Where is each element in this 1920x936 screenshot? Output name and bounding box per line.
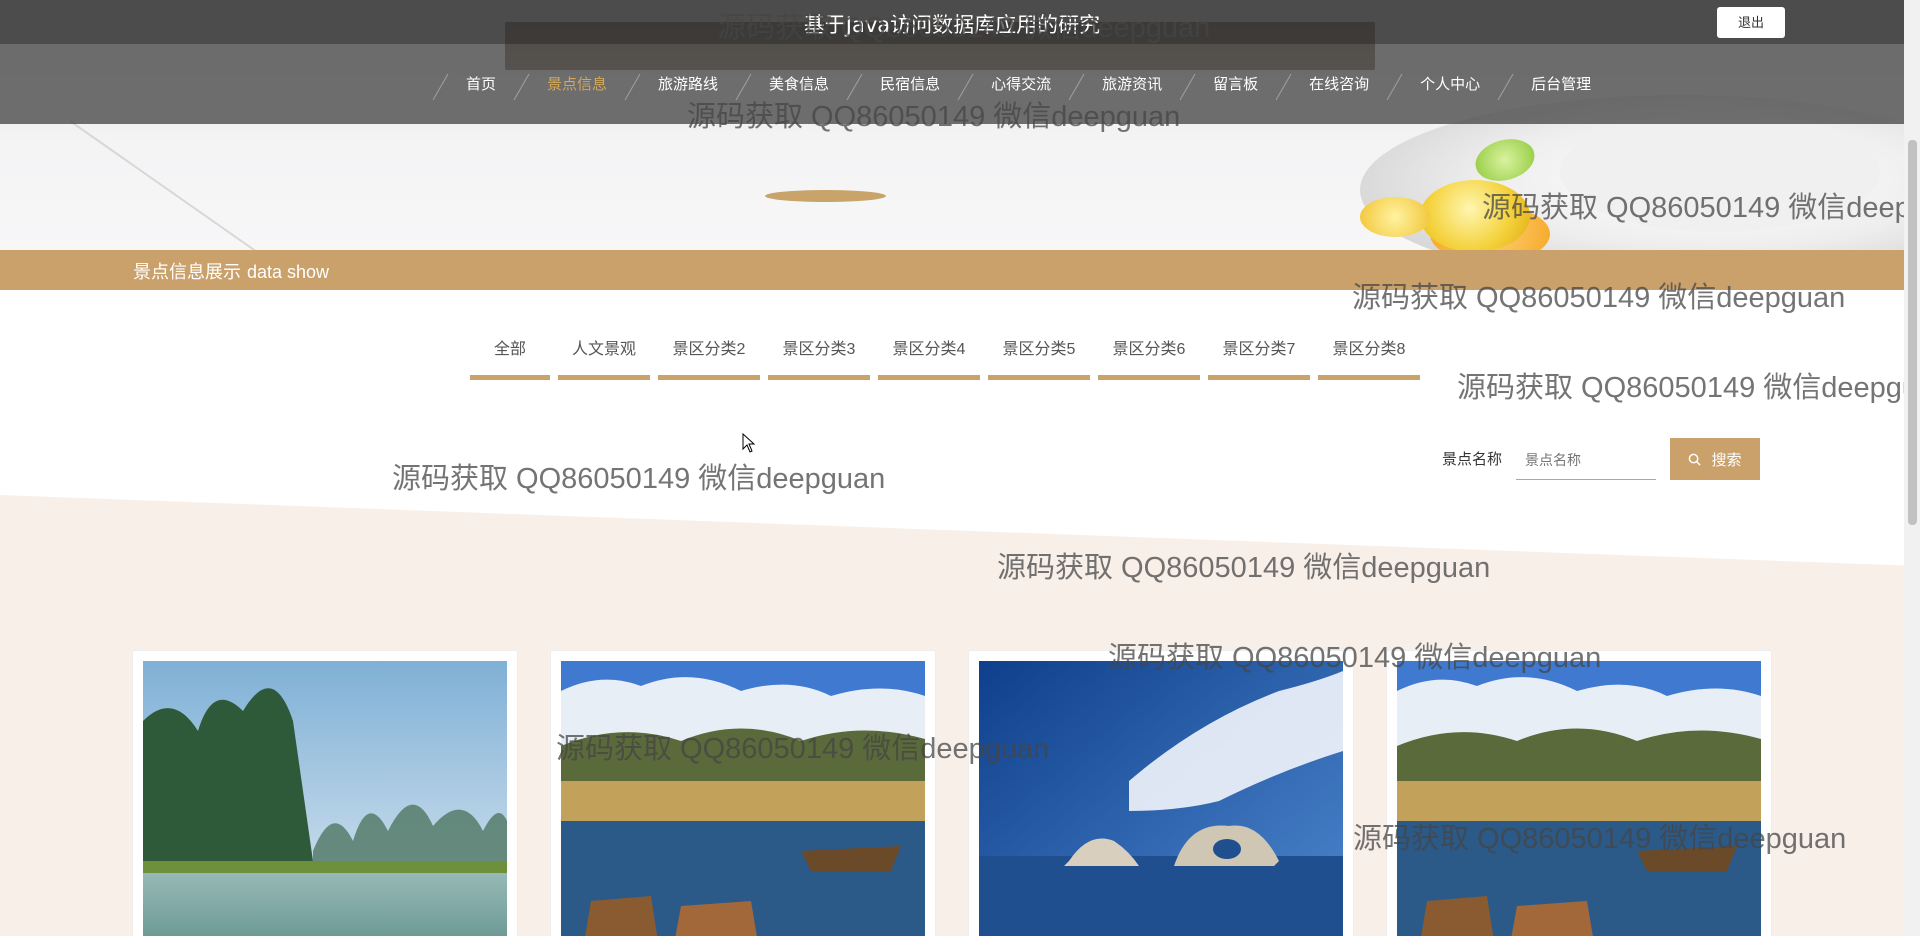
nav-item[interactable]: 首页 (434, 68, 515, 102)
section-title: 景点信息展示 data show (133, 258, 329, 284)
attraction-image-karst-river[interactable] (143, 661, 507, 936)
category-tab[interactable]: 景区分类2 (658, 335, 760, 380)
nav-item[interactable]: 旅游路线 (626, 68, 737, 102)
search-button[interactable]: 搜索 (1670, 438, 1760, 480)
section-title-text: 景点信息展示 (133, 262, 241, 282)
scrollbar-thumb[interactable] (1908, 140, 1917, 525)
category-tab[interactable]: 景区分类8 (1318, 335, 1420, 380)
attraction-card[interactable] (968, 650, 1354, 936)
nav-item[interactable]: 旅游资讯 (1070, 68, 1181, 102)
search-label: 景点名称 (1442, 451, 1503, 468)
nav-item[interactable]: 美食信息 (737, 68, 848, 102)
watermark-text: 源码获取 QQ86050149 微信deepguan (1457, 372, 1920, 404)
nav-item[interactable]: 景点信息 (515, 68, 626, 102)
main-nav: 首页 景点信息 旅游路线 美食信息 民宿信息 心得交流 旅游资讯 留言板 在线咨询 个人中心 后台管… (0, 44, 1904, 124)
category-tab[interactable]: 景区分类5 (988, 335, 1090, 380)
category-tab[interactable]: 景区分类7 (1208, 335, 1310, 380)
attraction-image-lake-boats[interactable] (561, 661, 925, 936)
logout-button[interactable]: 退出 (1717, 7, 1785, 38)
nav-list: 首页 景点信息 旅游路线 美食信息 民宿信息 心得交流 旅游资讯 留言板 在线咨询 个人中心 后台管… (434, 68, 1610, 102)
nav-item[interactable]: 后台管理 (1499, 68, 1610, 102)
nav-item[interactable]: 留言板 (1181, 68, 1277, 102)
nav-item[interactable]: 个人中心 (1388, 68, 1499, 102)
site-title: 基于Java访问数据库应用的研究 (803, 13, 1101, 37)
nav-item[interactable]: 民宿信息 (848, 68, 959, 102)
category-tab[interactable]: 景区分类6 (1098, 335, 1200, 380)
watermark-text: 源码获取 QQ86050149 微信deepguan (392, 463, 886, 495)
banner-lemon-slice (1420, 180, 1530, 250)
attraction-image-lake-boats[interactable] (1397, 661, 1761, 936)
attraction-image-sea-rock[interactable] (979, 661, 1343, 936)
search-input[interactable] (1516, 440, 1656, 480)
category-tab[interactable]: 景区分类3 (768, 335, 870, 380)
category-tab[interactable]: 景区分类4 (878, 335, 980, 380)
banner-plate-rim (1560, 112, 1880, 232)
attraction-card[interactable] (132, 650, 518, 936)
search-icon (1689, 453, 1702, 466)
section-header-bar: 景点信息展示 data show (0, 250, 1904, 290)
search-button-label: 搜索 (1711, 451, 1742, 469)
attraction-cards (132, 650, 1772, 936)
category-tab[interactable]: 全部 (470, 335, 550, 380)
category-tab[interactable]: 人文景观 (558, 335, 650, 380)
attraction-card[interactable] (1386, 650, 1772, 936)
banner-decor-line (69, 120, 259, 250)
section-subtitle: data show (247, 262, 330, 282)
mouse-cursor-icon (742, 433, 756, 453)
banner-lemon-slice-small (1360, 197, 1430, 237)
nav-item[interactable]: 在线咨询 (1277, 68, 1388, 102)
nav-item[interactable]: 心得交流 (959, 68, 1070, 102)
category-tabs: 全部 人文景观 景区分类2 景区分类3 景区分类4 景区分类5 景区分类6 景区分类7 景区分类… (470, 335, 1428, 380)
top-bar: 基于Java访问数据库应用的研究 退出 (0, 0, 1904, 44)
banner-slider-indicator[interactable] (765, 190, 886, 202)
attraction-card[interactable] (550, 650, 936, 936)
